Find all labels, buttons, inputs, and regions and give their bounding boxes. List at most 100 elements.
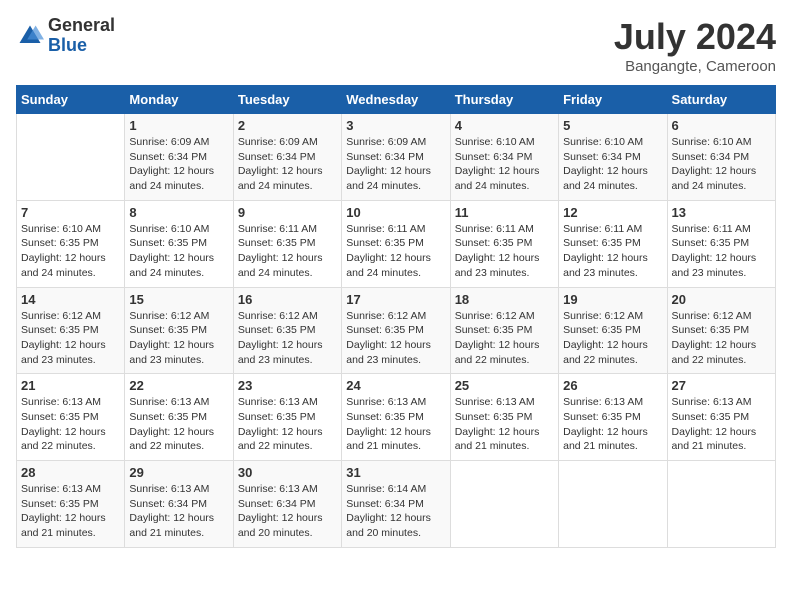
day-number: 27 <box>672 378 771 393</box>
header-wednesday: Wednesday <box>342 86 450 114</box>
calendar-cell <box>17 114 125 201</box>
day-detail: Sunrise: 6:12 AMSunset: 6:35 PMDaylight:… <box>455 309 554 368</box>
day-detail: Sunrise: 6:13 AMSunset: 6:35 PMDaylight:… <box>563 395 662 454</box>
day-number: 7 <box>21 205 120 220</box>
day-detail: Sunrise: 6:13 AMSunset: 6:35 PMDaylight:… <box>455 395 554 454</box>
day-number: 15 <box>129 292 228 307</box>
day-number: 31 <box>346 465 445 480</box>
day-detail: Sunrise: 6:13 AMSunset: 6:35 PMDaylight:… <box>238 395 337 454</box>
day-number: 19 <box>563 292 662 307</box>
calendar-cell: 2Sunrise: 6:09 AMSunset: 6:34 PMDaylight… <box>233 114 341 201</box>
day-detail: Sunrise: 6:12 AMSunset: 6:35 PMDaylight:… <box>563 309 662 368</box>
calendar-cell: 30 Sunrise: 6:13 AMSunset: 6:34 PMDayligh… <box>233 461 341 548</box>
calendar-cell: 9 Sunrise: 6:11 AMSunset: 6:35 PMDaylight… <box>233 200 341 287</box>
calendar-cell: 11 Sunrise: 6:11 AMSunset: 6:35 PMDayligh… <box>450 200 558 287</box>
calendar-cell: 22 Sunrise: 6:13 AMSunset: 6:35 PMDayligh… <box>125 374 233 461</box>
calendar-cell: 14Sunrise: 6:12 AMSunset: 6:35 PMDayligh… <box>17 287 125 374</box>
day-detail: Sunrise: 6:11 AMSunset: 6:35 PMDaylight:… <box>238 222 337 281</box>
calendar-cell: 16 Sunrise: 6:12 AMSunset: 6:35 PMDayligh… <box>233 287 341 374</box>
page-header: General Blue July 2024 Bangangte, Camero… <box>16 16 776 75</box>
day-number: 17 <box>346 292 445 307</box>
day-number: 8 <box>129 205 228 220</box>
header-friday: Friday <box>559 86 667 114</box>
day-number: 26 <box>563 378 662 393</box>
day-detail: Sunrise: 6:11 AMSunset: 6:35 PMDaylight:… <box>563 222 662 281</box>
day-number: 21 <box>21 378 120 393</box>
day-number: 23 <box>238 378 337 393</box>
day-number: 10 <box>346 205 445 220</box>
day-detail: Sunrise: 6:12 AMSunset: 6:35 PMDaylight:… <box>129 309 228 368</box>
day-detail: Sunrise: 6:12 AMSunset: 6:35 PMDaylight:… <box>346 309 445 368</box>
calendar-cell: 24Sunrise: 6:13 AMSunset: 6:35 PMDayligh… <box>342 374 450 461</box>
day-number: 16 <box>238 292 337 307</box>
day-number: 30 <box>238 465 337 480</box>
day-number: 28 <box>21 465 120 480</box>
calendar-cell: 12 Sunrise: 6:11 AMSunset: 6:35 PMDayligh… <box>559 200 667 287</box>
day-number: 14 <box>21 292 120 307</box>
calendar-header-row: SundayMondayTuesdayWednesdayThursdayFrid… <box>17 86 776 114</box>
day-number: 4 <box>455 118 554 133</box>
calendar-table: SundayMondayTuesdayWednesdayThursdayFrid… <box>16 85 776 548</box>
day-detail: Sunrise: 6:10 AMSunset: 6:35 PMDaylight:… <box>21 222 120 281</box>
logo: General Blue <box>16 16 115 56</box>
day-number: 24 <box>346 378 445 393</box>
title-block: July 2024 Bangangte, Cameroon <box>614 16 776 75</box>
calendar-cell: 3Sunrise: 6:09 AMSunset: 6:34 PMDaylight… <box>342 114 450 201</box>
day-number: 5 <box>563 118 662 133</box>
day-detail: Sunrise: 6:10 AMSunset: 6:34 PMDaylight:… <box>563 135 662 194</box>
calendar-week-2: 7 Sunrise: 6:10 AMSunset: 6:35 PMDaylight… <box>17 200 776 287</box>
day-number: 22 <box>129 378 228 393</box>
calendar-cell: 13 Sunrise: 6:11 AMSunset: 6:35 PMDayligh… <box>667 200 775 287</box>
location: Bangangte, Cameroon <box>614 58 776 75</box>
calendar-cell: 25Sunrise: 6:13 AMSunset: 6:35 PMDayligh… <box>450 374 558 461</box>
calendar-cell: 5 Sunrise: 6:10 AMSunset: 6:34 PMDaylight… <box>559 114 667 201</box>
calendar-cell: 19 Sunrise: 6:12 AMSunset: 6:35 PMDayligh… <box>559 287 667 374</box>
header-monday: Monday <box>125 86 233 114</box>
day-number: 2 <box>238 118 337 133</box>
header-tuesday: Tuesday <box>233 86 341 114</box>
calendar-cell: 27 Sunrise: 6:13 AMSunset: 6:35 PMDayligh… <box>667 374 775 461</box>
calendar-cell: 31 Sunrise: 6:14 AMSunset: 6:34 PMDayligh… <box>342 461 450 548</box>
day-detail: Sunrise: 6:13 AMSunset: 6:34 PMDaylight:… <box>238 482 337 541</box>
calendar-cell: 4 Sunrise: 6:10 AMSunset: 6:34 PMDaylight… <box>450 114 558 201</box>
header-sunday: Sunday <box>17 86 125 114</box>
day-number: 1 <box>129 118 228 133</box>
calendar-cell <box>559 461 667 548</box>
calendar-cell: 1 Sunrise: 6:09 AMSunset: 6:34 PMDaylight… <box>125 114 233 201</box>
day-detail: Sunrise: 6:13 AMSunset: 6:35 PMDaylight:… <box>129 395 228 454</box>
day-detail: Sunrise: 6:10 AMSunset: 6:34 PMDaylight:… <box>455 135 554 194</box>
day-detail: Sunrise: 6:12 AMSunset: 6:35 PMDaylight:… <box>672 309 771 368</box>
calendar-cell: 29Sunrise: 6:13 AMSunset: 6:34 PMDayligh… <box>125 461 233 548</box>
day-number: 18 <box>455 292 554 307</box>
calendar-cell: 20Sunrise: 6:12 AMSunset: 6:35 PMDayligh… <box>667 287 775 374</box>
day-number: 29 <box>129 465 228 480</box>
day-number: 11 <box>455 205 554 220</box>
calendar-week-4: 21 Sunrise: 6:13 AMSunset: 6:35 PMDayligh… <box>17 374 776 461</box>
day-number: 13 <box>672 205 771 220</box>
calendar-week-3: 14 Sunrise: 6:12 AMSunset: 6:35 PMDayligh… <box>17 287 776 374</box>
calendar-cell: 17 Sunrise: 6:12 AMSunset: 6:35 PMDayligh… <box>342 287 450 374</box>
day-detail: Sunrise: 6:09 AMSunset: 6:34 PMDaylight:… <box>129 135 228 194</box>
calendar-cell: 6 Sunrise: 6:10 AMSunset: 6:34 PMDaylight… <box>667 114 775 201</box>
day-number: 3 <box>346 118 445 133</box>
logo-text: General Blue <box>48 16 115 56</box>
calendar-cell: 23 Sunrise: 6:13 AMSunset: 6:35 PMDayligh… <box>233 374 341 461</box>
day-number: 12 <box>563 205 662 220</box>
logo-blue: Blue <box>48 36 115 56</box>
day-detail: Sunrise: 6:13 AMSunset: 6:35 PMDaylight:… <box>672 395 771 454</box>
day-detail: Sunrise: 6:13 AMSunset: 6:35 PMDaylight:… <box>21 395 120 454</box>
day-number: 9 <box>238 205 337 220</box>
month-title: July 2024 <box>614 16 776 58</box>
calendar-cell: 7 Sunrise: 6:10 AMSunset: 6:35 PMDaylight… <box>17 200 125 287</box>
day-detail: Sunrise: 6:11 AMSunset: 6:35 PMDaylight:… <box>672 222 771 281</box>
calendar-week-5: 28Sunrise: 6:13 AMSunset: 6:35 PMDayligh… <box>17 461 776 548</box>
calendar-cell: 8Sunrise: 6:10 AMSunset: 6:35 PMDaylight… <box>125 200 233 287</box>
day-number: 6 <box>672 118 771 133</box>
day-detail: Sunrise: 6:10 AMSunset: 6:34 PMDaylight:… <box>672 135 771 194</box>
day-detail: Sunrise: 6:11 AMSunset: 6:35 PMDaylight:… <box>455 222 554 281</box>
logo-general: General <box>48 16 115 36</box>
header-saturday: Saturday <box>667 86 775 114</box>
calendar-cell: 10Sunrise: 6:11 AMSunset: 6:35 PMDayligh… <box>342 200 450 287</box>
day-detail: Sunrise: 6:14 AMSunset: 6:34 PMDaylight:… <box>346 482 445 541</box>
day-detail: Sunrise: 6:12 AMSunset: 6:35 PMDaylight:… <box>238 309 337 368</box>
